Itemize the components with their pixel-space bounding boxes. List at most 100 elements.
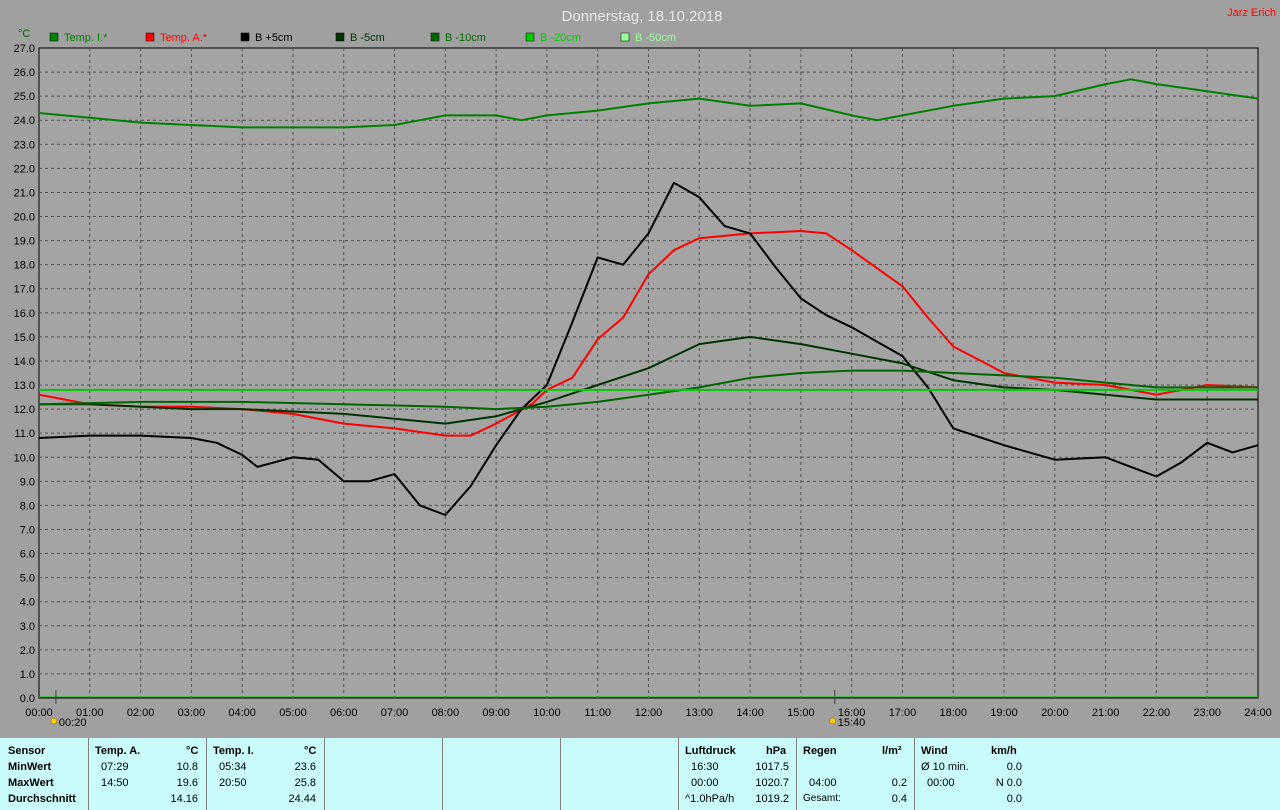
luftdruck-max-value: 1020.7: [755, 777, 789, 789]
y-tick-label: 11.0: [14, 428, 35, 440]
x-tick-label: 21:00: [1092, 707, 1120, 719]
x-tick-label: 11:00: [584, 707, 611, 719]
x-tick-label: 06:00: [330, 707, 358, 719]
wind-max-value: N 0.0: [995, 777, 1022, 789]
chart-title: Donnerstag, 18.10.2018: [562, 8, 723, 25]
regen-max-value: 0.2: [891, 777, 907, 789]
column-separator: [88, 738, 89, 810]
column-separator: [914, 738, 915, 810]
wind-unit: km/h: [991, 745, 1017, 757]
y-tick-label: 7.0: [20, 524, 35, 536]
y-tick-label: 2.0: [20, 645, 35, 657]
x-tick-label: 18:00: [939, 707, 967, 719]
durchschnitt-label: Durchschnitt: [8, 793, 76, 805]
x-tick-label: 13:00: [686, 707, 714, 719]
x-tick-label: 03:00: [178, 707, 206, 719]
x-tick-label: 09:00: [482, 707, 510, 719]
luftdruck-max-time: 00:00: [691, 777, 719, 789]
y-tick-label: 0.0: [20, 693, 35, 705]
temp-i-min-time: 05:34: [219, 761, 247, 773]
legend-label: Temp. A.*: [160, 32, 208, 44]
y-tick-label: 17.0: [14, 284, 35, 296]
legend-label: B -5cm: [350, 32, 385, 44]
legend-swatch: [430, 32, 440, 42]
x-tick-label: 23:00: [1193, 707, 1221, 719]
sunset-icon: [829, 717, 837, 725]
legend-swatch: [49, 32, 59, 42]
author-label: Jarz Erich: [1227, 7, 1276, 19]
temp-a-min-time: 07:29: [101, 761, 129, 773]
temp-i-max-value: 25.8: [294, 777, 316, 789]
y-tick-label: 26.0: [14, 67, 35, 79]
y-tick-label: 3.0: [20, 621, 35, 633]
sensor-header: Sensor: [8, 745, 46, 757]
temp-a-avg-value: 14.16: [170, 793, 198, 805]
y-tick-label: 23.0: [14, 139, 35, 151]
legend-swatch: [240, 32, 250, 42]
luftdruck-trend-label: ^1.0hPa/h: [685, 793, 735, 805]
x-tick-label: 24:00: [1244, 707, 1272, 719]
temp-a-max-value: 19.6: [176, 777, 198, 789]
y-tick-label: 25.0: [14, 91, 35, 103]
regen-total-label: Gesamt:: [803, 793, 841, 804]
luftdruck-header: Luftdruck: [685, 745, 736, 757]
y-tick-label: 9.0: [20, 476, 35, 488]
y-tick-label: 19.0: [14, 236, 35, 248]
temp-i-header: Temp. I.: [213, 745, 254, 757]
y-tick-label: 20.0: [14, 212, 35, 224]
x-tick-label: 22:00: [1143, 707, 1171, 719]
legend-label: B -20cm: [540, 32, 581, 44]
temp-i-min-value: 23.6: [294, 761, 316, 773]
y-tick-label: 13.0: [14, 380, 35, 392]
temp-i-avg-value: 24.44: [288, 793, 316, 805]
temp-i-max-time: 20:50: [219, 777, 247, 789]
x-tick-label: 19:00: [990, 707, 1018, 719]
marker-label: 00:20: [59, 717, 87, 729]
legend-label: B -50cm: [635, 32, 676, 44]
x-tick-label: 05:00: [279, 707, 307, 719]
x-tick-label: 10:00: [533, 707, 561, 719]
x-tick-label: 04:00: [228, 707, 256, 719]
y-tick-label: 16.0: [14, 308, 35, 320]
x-tick-label: 00:00: [25, 707, 53, 719]
regen-unit: l/m²: [882, 745, 902, 757]
y-tick-label: 24.0: [14, 115, 35, 127]
legend-swatch: [145, 32, 155, 42]
y-tick-label: 18.0: [14, 260, 35, 272]
y-tick-label: 14.0: [14, 356, 35, 368]
legend-swatch: [335, 32, 345, 42]
chart-legend: Temp. I.* Temp. A.* B +5cm B -5cm B -10cm B -…: [49, 32, 676, 44]
wind-header: Wind: [921, 745, 948, 757]
wind-avg-value: 0.0: [1006, 761, 1022, 773]
wind-max-time: 00:00: [927, 777, 955, 789]
temp-a-min-value: 10.8: [176, 761, 198, 773]
legend-swatch: [620, 32, 630, 42]
y-tick-label: 10.0: [14, 452, 35, 464]
column-separator: [678, 738, 679, 810]
x-tick-label: 12:00: [635, 707, 663, 719]
regen-total-value: 0.4: [891, 793, 907, 805]
temperature-chart: Donnerstag, 18.10.2018 Jarz Erich °C Tem…: [14, 7, 1276, 729]
column-separator: [796, 738, 797, 810]
y-tick-label: 22.0: [14, 163, 35, 175]
x-tick-label: 08:00: [432, 707, 460, 719]
column-separator: [324, 738, 325, 810]
maxwert-label: MaxWert: [8, 777, 54, 789]
y-tick-label: 21.0: [14, 187, 35, 199]
legend-swatch: [525, 32, 535, 42]
x-tick-label: 14:00: [736, 707, 764, 719]
luftdruck-min-value: 1017.5: [755, 761, 789, 773]
x-tick-label: 20:00: [1041, 707, 1069, 719]
x-tick-label: 17:00: [889, 707, 917, 719]
y-axis-ticks: 0.0 1.0 2.0 3.0 4.0 5.0 6.0 7.0 8.0 9.0 10.0 11.0 12…: [14, 43, 35, 705]
y-tick-label: 6.0: [20, 549, 35, 561]
column-separator: [560, 738, 561, 810]
temp-a-unit: °C: [186, 745, 199, 757]
luftdruck-unit: hPa: [766, 745, 787, 757]
minwert-label: MinWert: [8, 761, 52, 773]
y-tick-label: 5.0: [20, 573, 35, 585]
luftdruck-trend-value: 1019.2: [755, 793, 789, 805]
wind-avg-label: Ø 10 min.: [921, 761, 969, 773]
y-tick-label: 1.0: [20, 669, 35, 681]
regen-header: Regen: [803, 745, 837, 757]
